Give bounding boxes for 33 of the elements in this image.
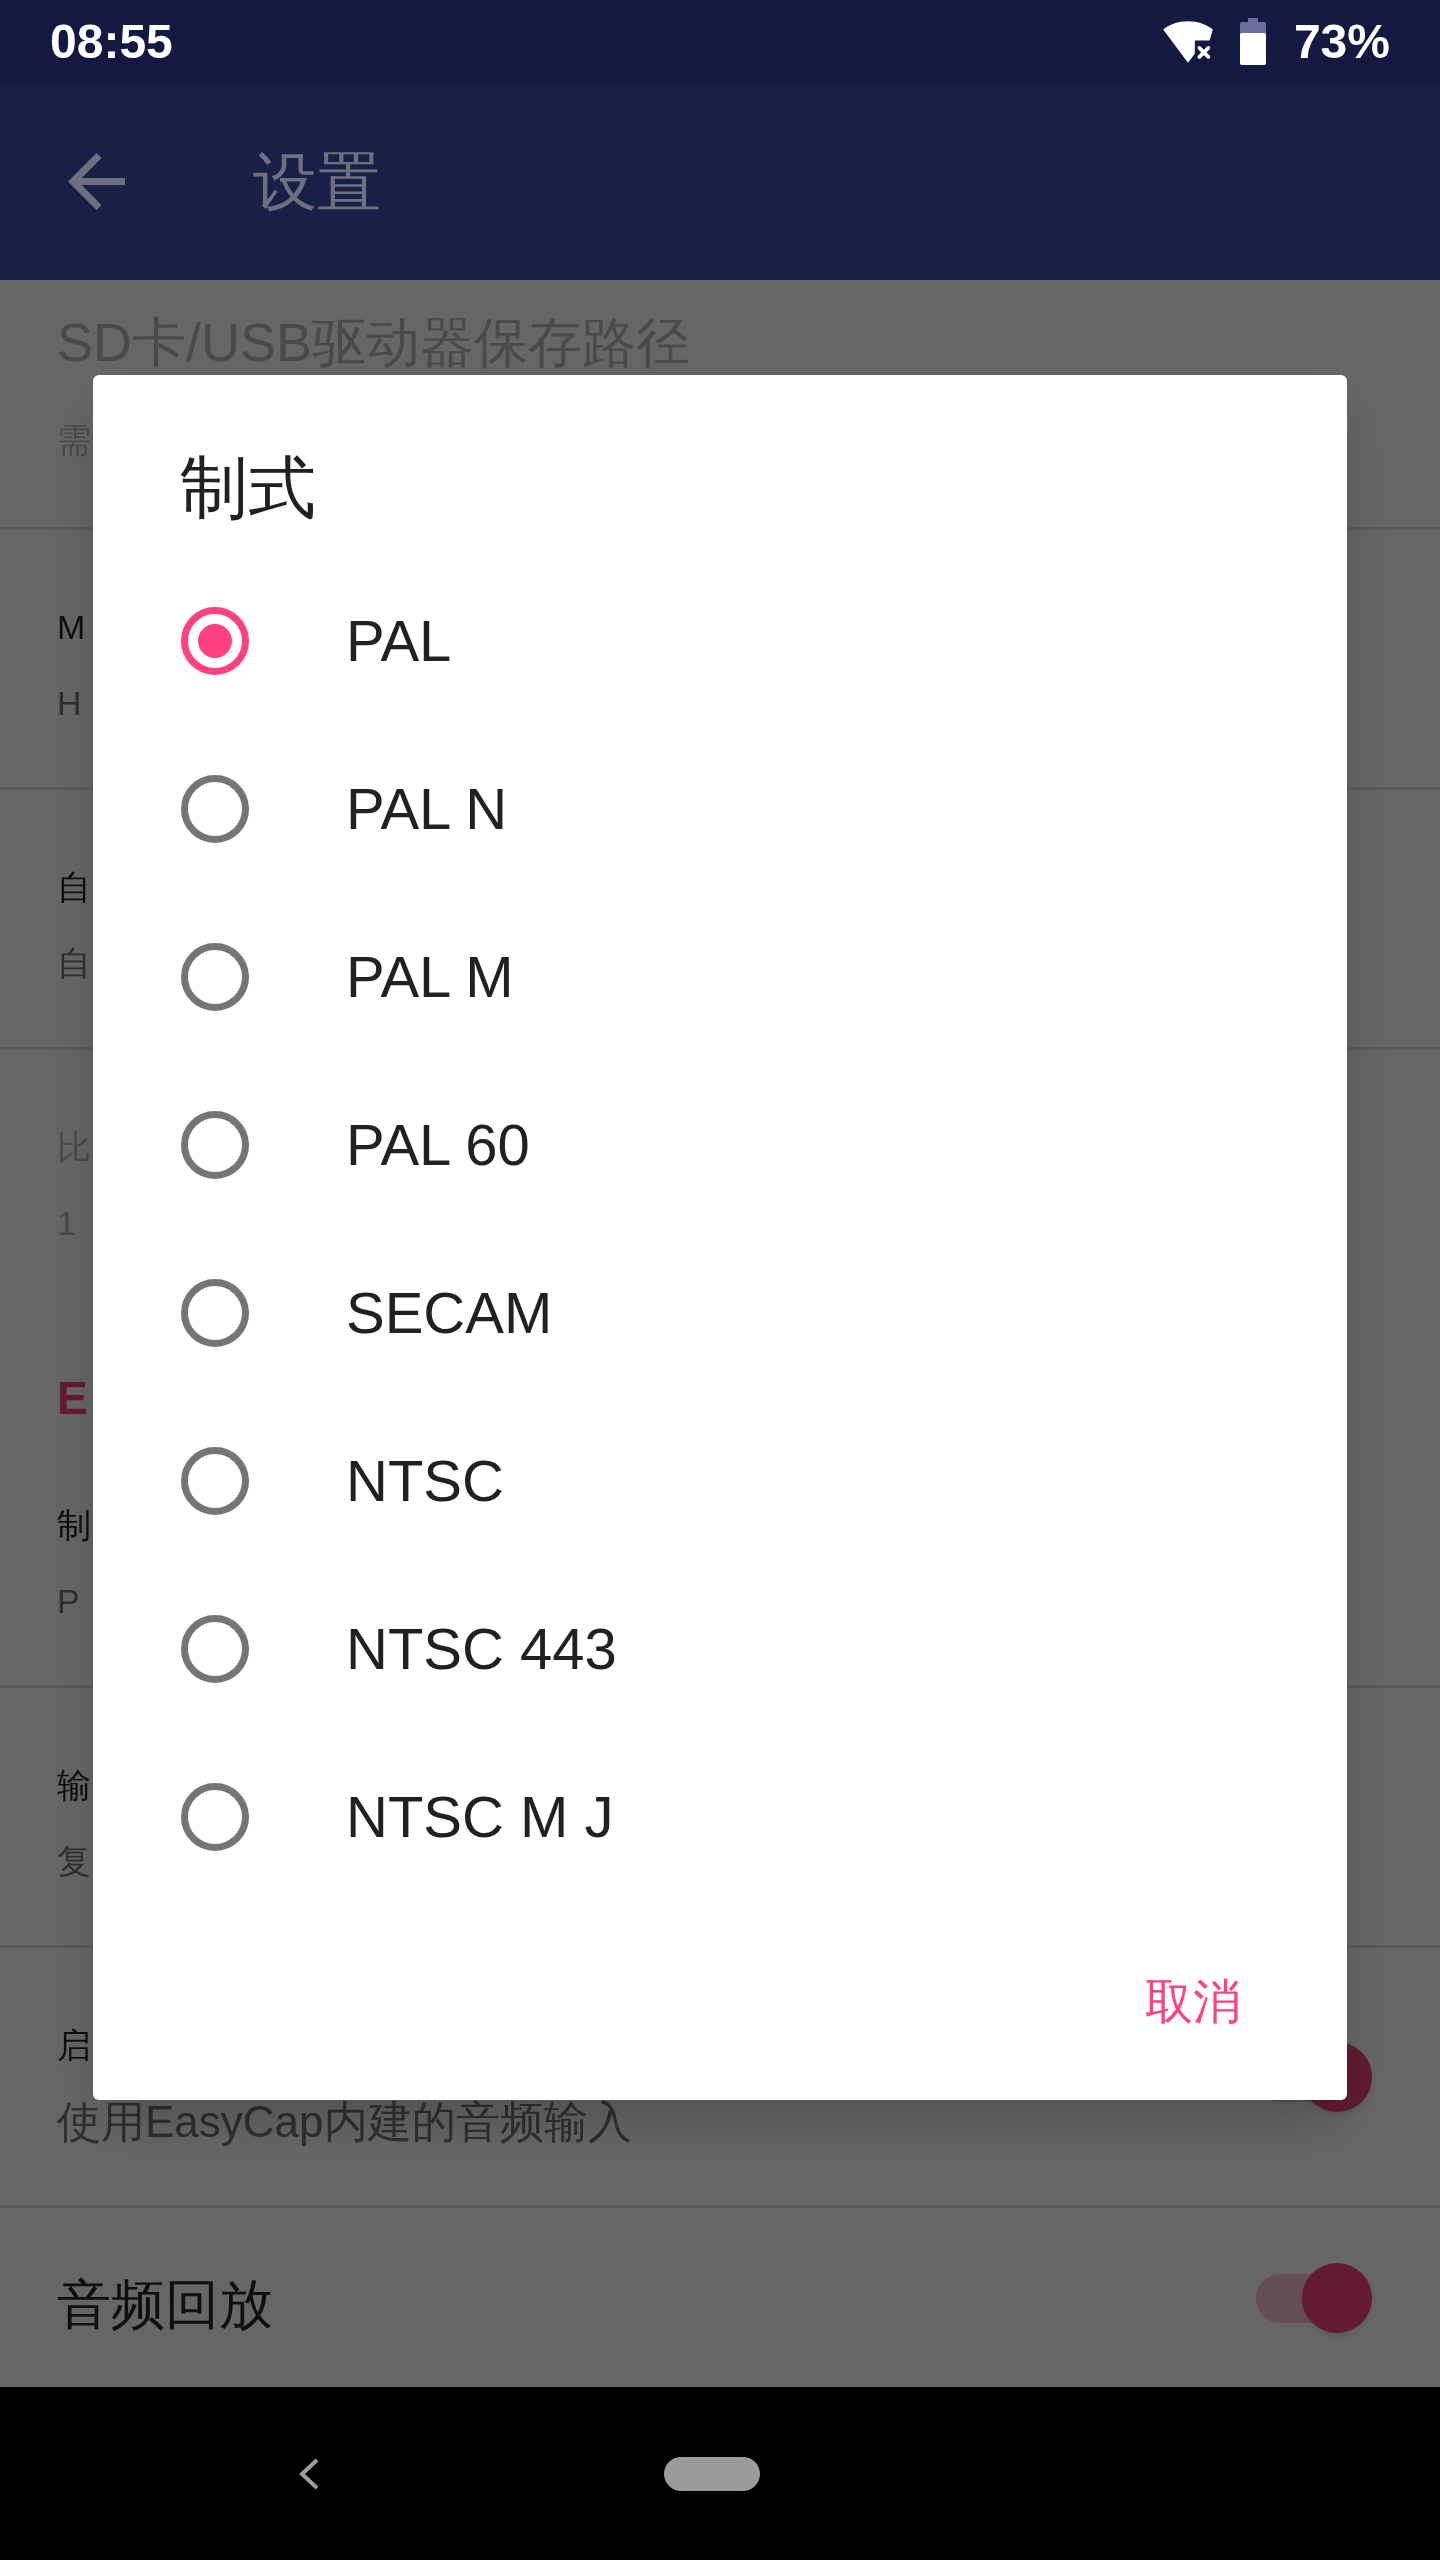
status-time: 08:55 [50, 17, 173, 66]
radio-icon[interactable] [181, 1783, 249, 1851]
setting-title: 自 [57, 868, 91, 908]
radio-icon[interactable] [181, 1447, 249, 1515]
radio-icon[interactable] [181, 943, 249, 1011]
category-header: E [57, 1373, 88, 1423]
radio-option[interactable]: PAL M [93, 893, 1347, 1061]
radio-option[interactable]: SECAM [93, 1229, 1347, 1397]
dialog-title: 制式 [180, 448, 316, 527]
battery-percent: 73% [1293, 17, 1390, 66]
wifi-icon [1161, 18, 1214, 65]
radio-option[interactable]: PAL 60 [93, 1061, 1347, 1229]
radio-icon[interactable] [181, 775, 249, 843]
radio-option[interactable]: NTSC 443 [93, 1565, 1347, 1733]
radio-icon[interactable] [181, 607, 249, 675]
radio-icon[interactable] [181, 1279, 249, 1347]
setting-title: M [57, 608, 86, 648]
back-arrow-icon[interactable] [68, 153, 125, 210]
setting-title: 启 [57, 2026, 91, 2066]
setting-title: 制 [57, 1506, 91, 1546]
app-bar-title: 设置 [253, 149, 381, 214]
radio-option[interactable]: PAL N [93, 725, 1347, 893]
radio-option[interactable]: NTSC [93, 1397, 1347, 1565]
home-button[interactable] [664, 2456, 760, 2491]
radio-option[interactable]: PAL [93, 557, 1347, 725]
setting-title: 输 [57, 1766, 91, 1806]
toggle-switch[interactable] [1256, 2262, 1372, 2333]
back-icon[interactable] [297, 2456, 321, 2491]
battery-icon [1239, 18, 1266, 65]
radio-icon[interactable] [181, 1111, 249, 1179]
radio-option[interactable]: NTSC M J [93, 1733, 1347, 1901]
setting-title: 音频回放 [57, 2272, 273, 2336]
radio-icon[interactable] [181, 1615, 249, 1683]
